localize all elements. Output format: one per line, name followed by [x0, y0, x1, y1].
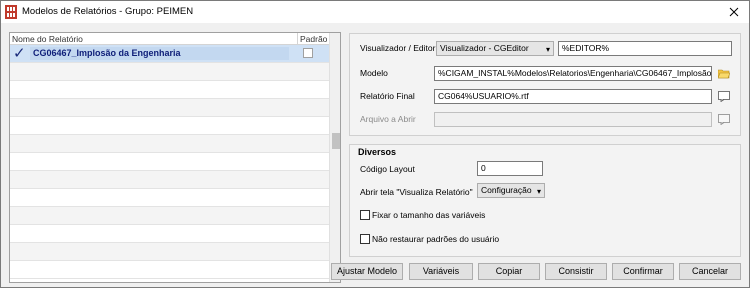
report-app-icon: [5, 5, 17, 19]
title-bar: Modelos de Relatórios - Grupo: PEIMEN: [1, 1, 749, 23]
modelo-label: Modelo: [360, 68, 388, 78]
table-row[interactable]: [10, 153, 329, 171]
relatorio-final-label: Relatório Final: [360, 91, 415, 101]
checkmark-icon: ✓: [13, 45, 26, 62]
close-icon: [729, 7, 739, 17]
visualizador-select[interactable]: Visualizador - CGEditor ▾: [436, 41, 554, 56]
fixar-label: Fixar o tamanho das variáveis: [372, 210, 486, 220]
close-button[interactable]: [721, 1, 747, 23]
table-row[interactable]: [10, 135, 329, 153]
grid-header: Nome do Relatório Padrão: [10, 33, 329, 45]
editor-field[interactable]: %EDITOR%: [558, 41, 732, 56]
chevron-down-icon: ▾: [536, 187, 541, 196]
arquivo-abrir-field[interactable]: [434, 112, 712, 127]
ajustar-modelo-button[interactable]: Ajustar Modelo: [331, 263, 403, 280]
table-row[interactable]: [10, 99, 329, 117]
table-row[interactable]: [10, 171, 329, 189]
nao-restaurar-checkbox[interactable]: [360, 234, 370, 244]
report-grid: Nome do Relatório Padrão ✓ CG06467_Implo…: [9, 32, 341, 283]
column-divider[interactable]: [297, 33, 298, 45]
report-name-cell[interactable]: CG06467_Implosão da Engenharia: [30, 47, 289, 60]
visualizador-label: Visualizador / Editor: [360, 43, 436, 53]
abrir-tela-select-value: Configuração: [481, 185, 532, 195]
config-panel: Visualizador / Editor Visualizador - CGE…: [349, 33, 741, 136]
open-file-icon[interactable]: [718, 114, 730, 125]
copiar-button[interactable]: Copiar: [478, 263, 540, 280]
grid-body: ✓ CG06467_Implosão da Engenharia: [10, 45, 329, 282]
table-row[interactable]: [10, 243, 329, 261]
nao-restaurar-label: Não restaurar padrões do usuário: [372, 234, 500, 244]
column-header-padrao[interactable]: Padrão: [300, 34, 327, 44]
variaveis-button[interactable]: Variáveis: [409, 263, 473, 280]
table-row[interactable]: [10, 261, 329, 279]
table-row[interactable]: [10, 81, 329, 99]
arquivo-abrir-label: Arquivo a Abrir: [360, 114, 416, 124]
window-title: Modelos de Relatórios - Grupo: PEIMEN: [22, 6, 194, 17]
confirmar-button[interactable]: Confirmar: [612, 263, 674, 280]
save-file-icon[interactable]: [718, 91, 730, 102]
table-row[interactable]: [10, 189, 329, 207]
visualizador-select-value: Visualizador - CGEditor: [440, 43, 529, 53]
cancelar-button[interactable]: Cancelar: [679, 263, 741, 280]
folder-open-icon[interactable]: [718, 68, 730, 79]
diversos-panel: Diversos Código Layout 0 Abrir tela "Vis…: [349, 144, 741, 257]
padrao-checkbox[interactable]: [303, 48, 313, 58]
scrollbar-thumb[interactable]: [332, 133, 340, 149]
column-header-name[interactable]: Nome do Relatório: [12, 34, 83, 44]
codigo-layout-label: Código Layout: [360, 164, 415, 174]
table-row[interactable]: [10, 63, 329, 81]
diversos-title: Diversos: [358, 147, 397, 157]
abrir-tela-label: Abrir tela "Visualiza Relatório": [360, 187, 473, 197]
dialog-window: Modelos de Relatórios - Grupo: PEIMEN No…: [0, 0, 750, 288]
table-row[interactable]: ✓ CG06467_Implosão da Engenharia: [10, 45, 329, 63]
fixar-checkbox[interactable]: [360, 210, 370, 220]
vertical-scrollbar[interactable]: [329, 33, 340, 282]
relatorio-final-field[interactable]: CG064%USUARIO%.rtf: [434, 89, 712, 104]
consistir-button[interactable]: Consistir: [545, 263, 607, 280]
table-row[interactable]: [10, 117, 329, 135]
codigo-layout-field[interactable]: 0: [477, 161, 543, 176]
modelo-field[interactable]: %CIGAM_INSTAL%Modelos\Relatorios\Engenha…: [434, 66, 712, 81]
table-row[interactable]: [10, 207, 329, 225]
table-row[interactable]: [10, 225, 329, 243]
abrir-tela-select[interactable]: Configuração ▾: [477, 183, 545, 198]
chevron-down-icon: ▾: [545, 45, 550, 54]
